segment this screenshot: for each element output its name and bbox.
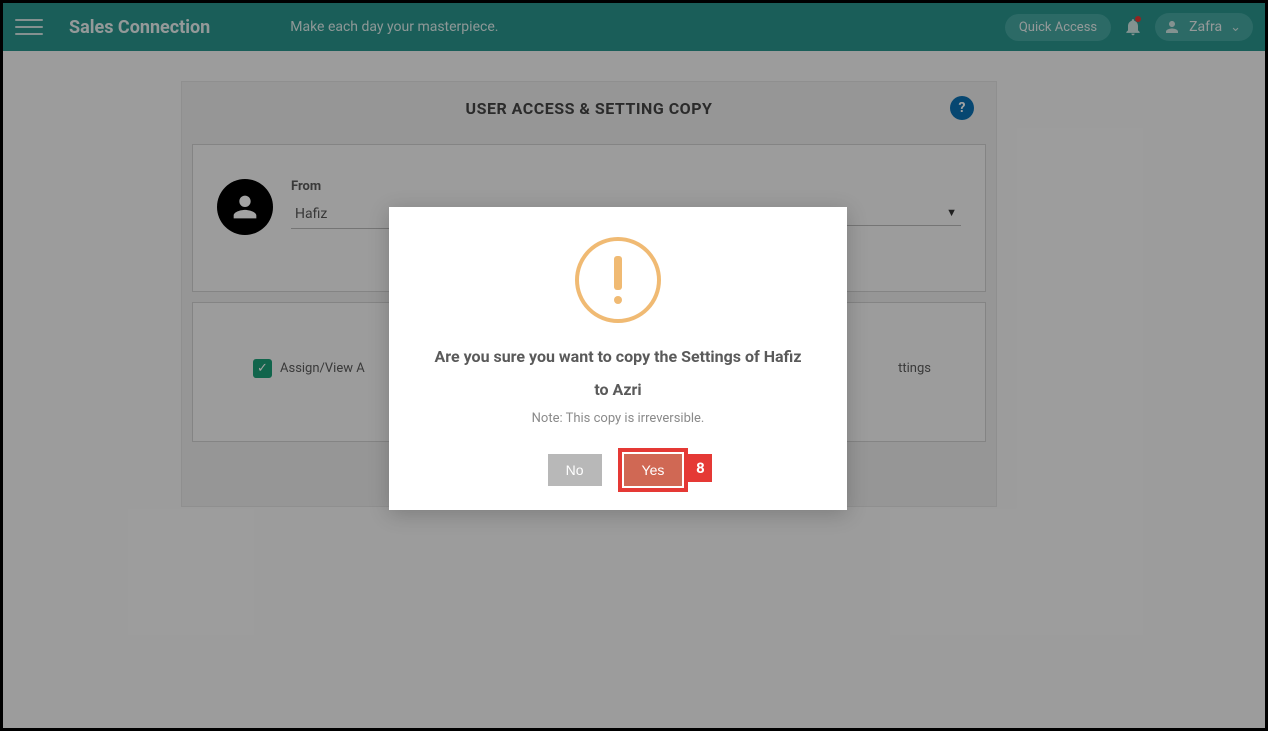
confirm-dialog: Are you sure you want to copy the Settin…: [389, 207, 847, 510]
warning-icon: [575, 237, 661, 323]
confirm-text-line1: Are you sure you want to copy the Settin…: [417, 347, 819, 366]
confirm-note: Note: This copy is irreversible.: [417, 411, 819, 426]
step-callout-badge: 8: [688, 454, 712, 482]
yes-button[interactable]: Yes: [624, 454, 683, 486]
yes-button-highlight: Yes 8: [618, 448, 689, 492]
no-button[interactable]: No: [548, 454, 602, 486]
confirm-text-line2: to Azri: [417, 380, 819, 399]
